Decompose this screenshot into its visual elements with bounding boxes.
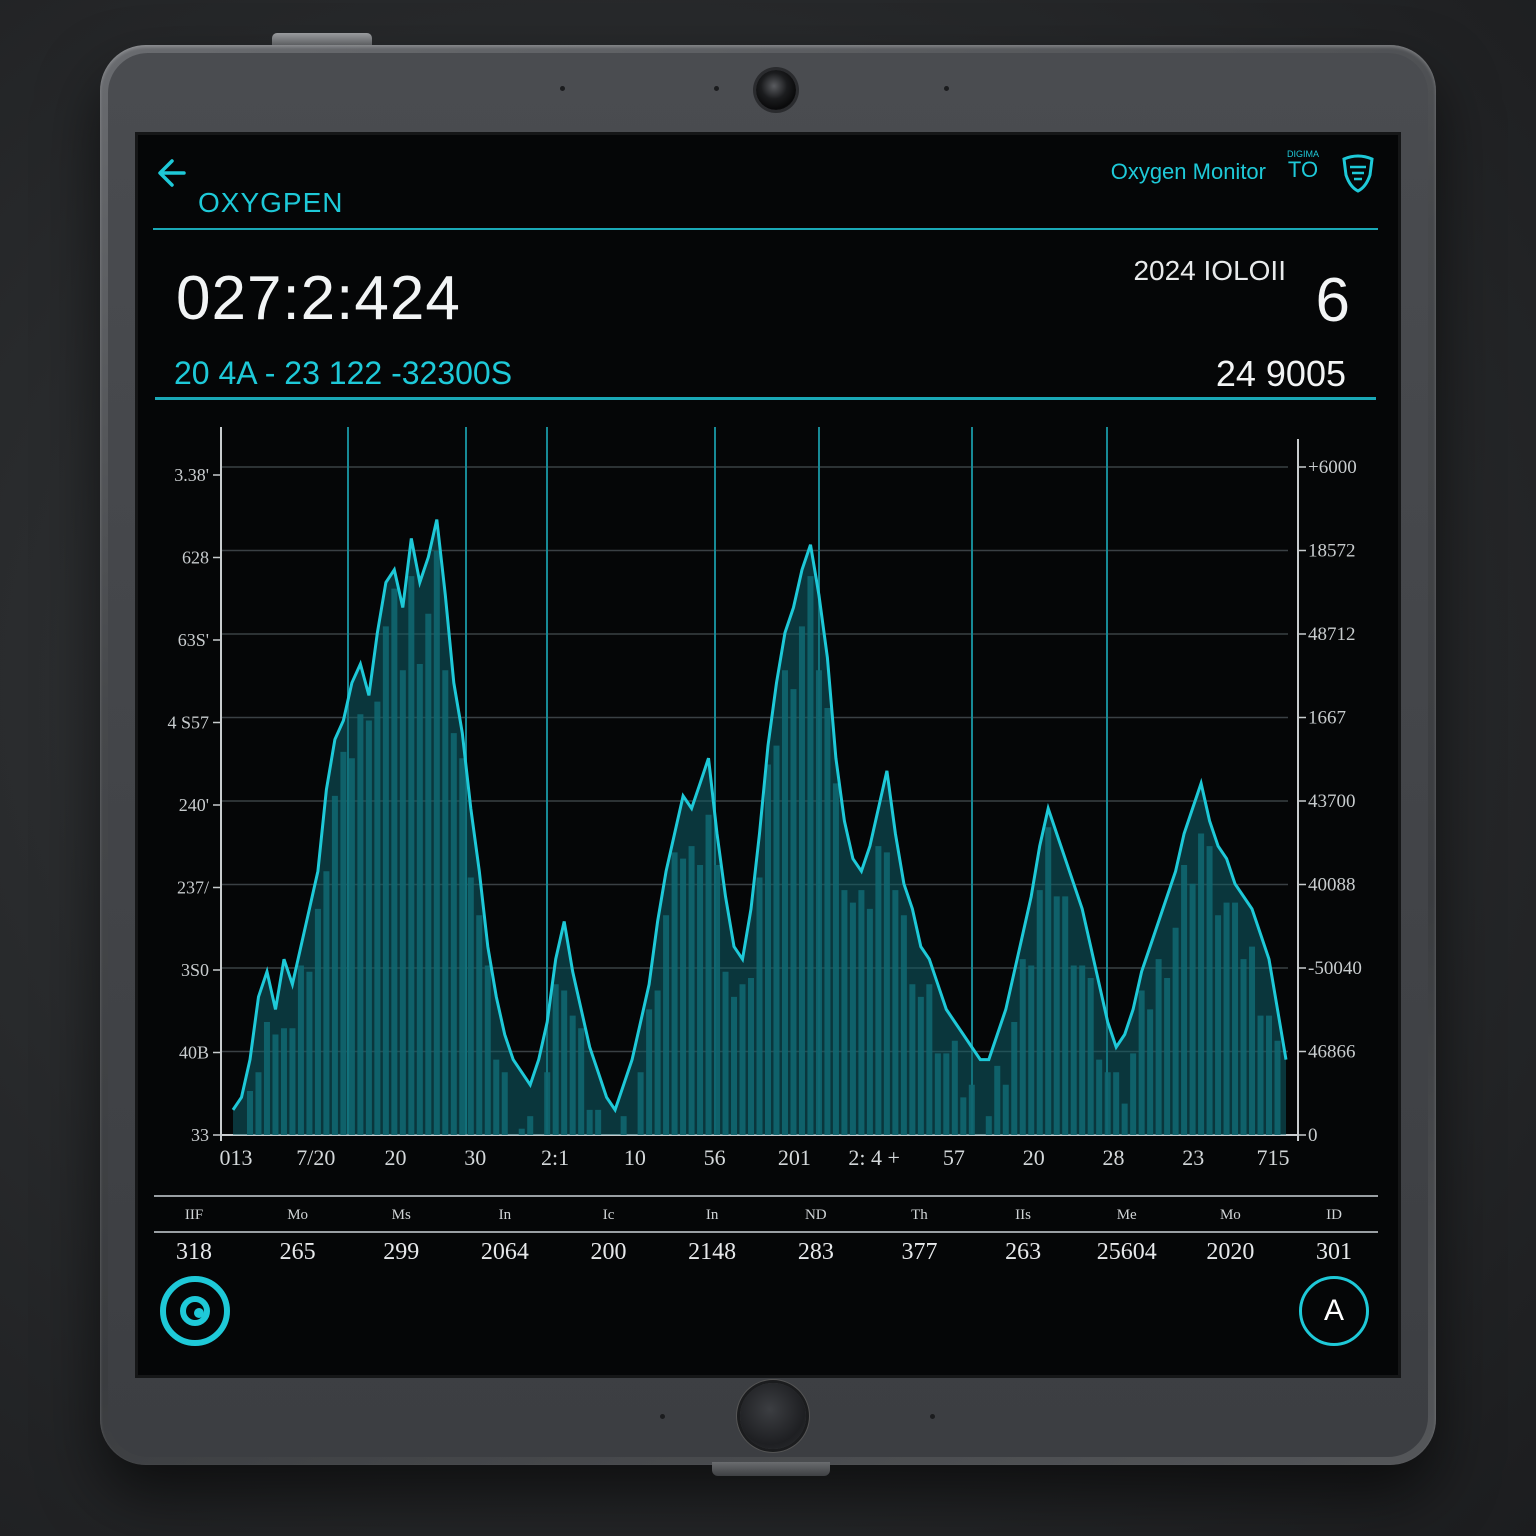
device-screen: OXYGPEN Oxygen Monitor DIGIMA TO 027:2:4…: [138, 135, 1398, 1375]
x-tick-label: 20: [385, 1145, 407, 1170]
x-tick-label: 2: 4 +: [848, 1145, 900, 1170]
power-button[interactable]: [272, 33, 372, 45]
bottom-connector: [712, 1462, 830, 1476]
y-left-tick-label: 3S0: [181, 960, 209, 980]
table-value-cell: 299: [383, 1239, 420, 1265]
x-tick-label: 30: [464, 1145, 486, 1170]
table-values-row: 318 265 299 2064 200 2148 283 377 263 25604 2020 30…: [154, 1239, 1378, 1269]
y-left-tick-label: 4 S57: [167, 713, 209, 733]
y-right-tick-label: -50040: [1308, 958, 1362, 979]
y-left-tick-label: 237/: [177, 878, 209, 898]
table-value-cell: 2020: [1206, 1239, 1255, 1265]
home-button[interactable]: [740, 1383, 806, 1449]
table-header-cell: ID: [1326, 1207, 1342, 1223]
x-tick-label: 2:1: [541, 1145, 569, 1170]
sensor-dot: [660, 1414, 665, 1419]
table-mid-line: [154, 1231, 1378, 1233]
table-header-cell: ND: [804, 1207, 827, 1223]
y-left-tick-label: 40B: [179, 1043, 209, 1063]
table-value-cell: 377: [901, 1239, 938, 1265]
y-right-tick-label: 18572: [1308, 541, 1356, 562]
table-header-row: IIF Mo Ms In Ic In ND Th IIs Me Mo ID: [154, 1195, 1378, 1225]
y-left-tick-label: 628: [182, 548, 209, 568]
table-value-cell: 283: [797, 1239, 834, 1265]
y-left-tick-label: 3.38': [174, 465, 209, 485]
table-header-cell: In: [705, 1207, 719, 1223]
table-header-cell: Mo: [287, 1207, 309, 1223]
y-right-tick-label: 40088: [1308, 875, 1356, 896]
sensor-dot: [944, 86, 949, 91]
table-value-cell: 301: [1316, 1239, 1352, 1265]
oxygen-chart: 3.38' 628 63S' 4 S57 240' 237/3S0 40B 33 +6000 18…: [167, 427, 1362, 1170]
y-right-tick-label: +6000: [1308, 457, 1357, 478]
table-header-cell: IIF: [184, 1207, 204, 1223]
camera-icon: [756, 70, 796, 110]
target-eye-icon[interactable]: [160, 1276, 230, 1346]
x-tick-label: 57: [943, 1145, 965, 1170]
table-header-cell: Th: [911, 1207, 928, 1223]
x-tick-label: 715: [1257, 1145, 1290, 1170]
table-value-cell: 2064: [480, 1239, 529, 1265]
x-tick-label: 10: [624, 1145, 646, 1170]
table-header-cell: IIs: [1015, 1207, 1031, 1223]
sensor-dot: [714, 86, 719, 91]
x-tick-label: 7/20: [296, 1145, 335, 1170]
x-tick-label: 28: [1102, 1145, 1124, 1170]
y-right-tick-label: 0: [1308, 1125, 1318, 1146]
y-left-tick-label: 33: [191, 1125, 209, 1145]
table-value-cell: 200: [590, 1239, 627, 1265]
table-value-cell: 318: [176, 1239, 212, 1265]
target-eye-pupil: [194, 1308, 204, 1318]
y-right-tick-label: 48712: [1308, 624, 1356, 645]
table-header-cell: Ic: [602, 1207, 615, 1223]
table-header-cell: Ms: [391, 1207, 411, 1223]
table-value-cell: 263: [1005, 1239, 1042, 1265]
y-right-tick-label: 43700: [1308, 791, 1356, 812]
table-value-cell: 2148: [688, 1239, 737, 1265]
sensor-dot: [560, 86, 565, 91]
x-tick-label: 23: [1182, 1145, 1204, 1170]
y-right-tick-label: 46866: [1308, 1042, 1356, 1063]
x-tick-label: 013: [220, 1145, 253, 1170]
table-value-cell: 265: [279, 1239, 316, 1265]
sensor-dot: [930, 1414, 935, 1419]
x-tick-label: 201: [778, 1145, 811, 1170]
table-header-cell: Mo: [1219, 1207, 1241, 1223]
x-tick-label: 56: [704, 1145, 726, 1170]
y-right-tick-label: 1667: [1308, 708, 1346, 729]
y-left-tick-label: 63S': [178, 630, 209, 650]
x-tick-label: 20: [1023, 1145, 1045, 1170]
table-value-cell: 25604: [1096, 1239, 1157, 1265]
y-left-tick-label: 240': [179, 795, 209, 815]
table-header-cell: Me: [1116, 1207, 1137, 1223]
alert-triangle-icon[interactable]: A: [1299, 1276, 1369, 1346]
target-eye-ring: [180, 1296, 210, 1326]
table-header-cell: In: [498, 1207, 512, 1223]
